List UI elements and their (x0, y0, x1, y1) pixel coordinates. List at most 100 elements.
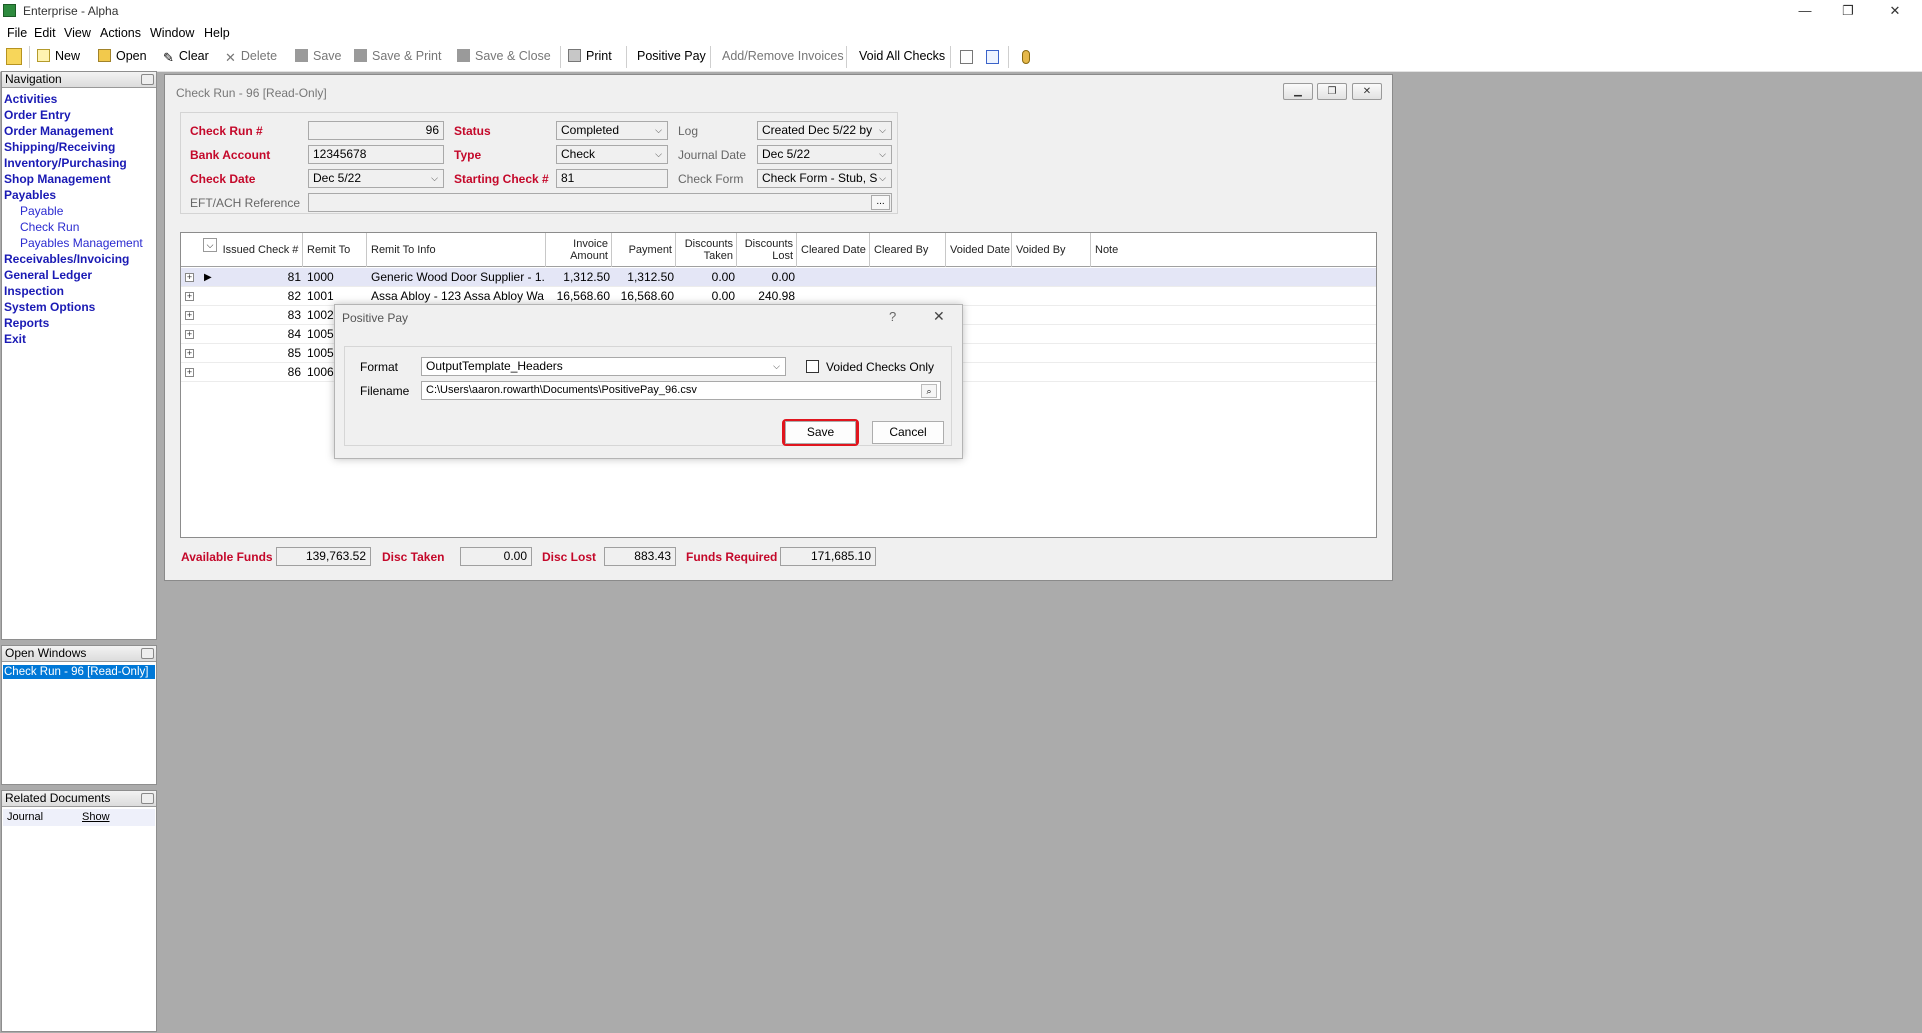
nav-order-entry[interactable]: Order Entry (4, 108, 71, 122)
help-icon[interactable]: ? (889, 309, 896, 324)
void-all-checks-button[interactable]: Void All Checks (859, 49, 945, 67)
eft-reference-field[interactable] (308, 193, 892, 212)
expand-icon[interactable]: + (185, 311, 194, 320)
nav-shipping-receiving[interactable]: Shipping/Receiving (4, 140, 115, 154)
report-icon[interactable] (960, 50, 973, 64)
status-dropdown[interactable]: Completed ⌵ (556, 121, 668, 140)
chevron-down-icon: ⌵ (879, 173, 886, 183)
mdi-restore-button[interactable]: ❐ (1317, 83, 1347, 100)
nav-receivables-invoicing[interactable]: Receivables/Invoicing (4, 252, 129, 266)
folder-icon[interactable] (6, 48, 22, 65)
column-cleared-by[interactable]: Cleared By (870, 233, 946, 267)
nav-order-management[interactable]: Order Management (4, 124, 113, 138)
expand-icon[interactable]: + (185, 273, 194, 282)
type-dropdown[interactable]: Check ⌵ (556, 145, 668, 164)
nav-system-options[interactable]: System Options (4, 300, 95, 314)
add-remove-invoices-button[interactable]: Add/Remove Invoices (722, 49, 844, 67)
new-button[interactable]: New (37, 49, 80, 67)
nav-payables[interactable]: Payables (4, 188, 56, 202)
minimize-button[interactable]: — (1795, 2, 1815, 20)
print-button[interactable]: Print (568, 49, 612, 67)
nav-payables-management[interactable]: Payables Management (20, 236, 143, 250)
pin-icon[interactable] (141, 793, 154, 804)
starting-check-field[interactable]: 81 (556, 169, 668, 188)
restore-button[interactable]: ❐ (1838, 2, 1858, 20)
log-dropdown[interactable]: Created Dec 5/22 by ⌵ (757, 121, 892, 140)
pin-icon[interactable] (141, 74, 154, 85)
journal-date-field[interactable]: Dec 5/22 ⌵ (757, 145, 892, 164)
nav-exit[interactable]: Exit (4, 332, 26, 346)
positive-pay-button[interactable]: Positive Pay (637, 49, 706, 67)
menu-actions[interactable]: Actions (100, 26, 141, 40)
menu-edit[interactable]: Edit (34, 26, 56, 40)
pin-icon[interactable] (141, 648, 154, 659)
chevron-down-icon: ⌵ (879, 125, 886, 135)
column-remit-to-info[interactable]: Remit To Info (367, 233, 546, 267)
column-discounts-lost[interactable]: Discounts Lost (737, 233, 797, 267)
menu-file[interactable]: File (7, 26, 27, 40)
mdi-minimize-button[interactable]: ▁ (1283, 83, 1313, 100)
attachment-icon[interactable] (1022, 50, 1030, 64)
browse-search-icon[interactable]: ⌕ (921, 384, 937, 398)
toolbar-separator (1008, 46, 1009, 68)
cell-check: 83 (287, 308, 301, 322)
column-note[interactable]: Note (1091, 233, 1376, 267)
bank-account-field[interactable]: 12345678 (308, 145, 444, 164)
check-form-value: Check Form - Stub, S (762, 171, 878, 185)
nav-activities[interactable]: Activities (4, 92, 57, 106)
eft-reference-label: EFT/ACH Reference (190, 196, 301, 210)
column-invoice-amount[interactable]: Invoice Amount (546, 233, 612, 267)
disc-lost-field: 883.43 (604, 547, 676, 566)
format-dropdown[interactable]: OutputTemplate_Headers ⌵ (421, 357, 786, 376)
column-remit-to[interactable]: Remit To (303, 233, 367, 267)
toolbar-separator (626, 46, 627, 68)
expand-icon[interactable]: + (185, 368, 194, 377)
cancel-button[interactable]: Cancel (872, 421, 944, 444)
menu-help[interactable]: Help (204, 26, 230, 40)
nav-inspection[interactable]: Inspection (4, 284, 64, 298)
voided-checks-only-checkbox[interactable] (806, 360, 819, 373)
nav-payable[interactable]: Payable (20, 204, 63, 218)
menu-window[interactable]: Window (150, 26, 194, 40)
checklist-icon[interactable] (986, 50, 999, 64)
dialog-close-icon[interactable]: ✕ (933, 308, 945, 325)
nav-general-ledger[interactable]: General Ledger (4, 268, 92, 282)
nav-shop-management[interactable]: Shop Management (4, 172, 111, 186)
nav-inventory-purchasing[interactable]: Inventory/Purchasing (4, 156, 127, 170)
nav-check-run[interactable]: Check Run (20, 220, 79, 234)
cell-remit-to: 1000 (307, 270, 334, 284)
expand-icon[interactable]: + (185, 292, 194, 301)
clear-button[interactable]: ✎ Clear (163, 49, 209, 67)
open-button[interactable]: Open (98, 49, 147, 67)
column-discounts-taken[interactable]: Discounts Taken (676, 233, 737, 267)
mdi-close-button[interactable]: ✕ (1352, 83, 1382, 100)
cell-check: 85 (287, 346, 301, 360)
save-button[interactable]: Save (785, 421, 856, 444)
open-window-item[interactable]: Check Run - 96 [Read-Only] (3, 665, 155, 679)
column-issued-check[interactable]: Issued Check # (222, 233, 303, 267)
printer-icon (568, 49, 581, 62)
expand-icon[interactable]: + (185, 330, 194, 339)
filename-input[interactable]: C:\Users\aaron.rowarth\Documents\Positiv… (421, 381, 941, 400)
nav-reports[interactable]: Reports (4, 316, 49, 330)
column-voided-by[interactable]: Voided By (1012, 233, 1091, 267)
column-payment[interactable]: Payment (612, 233, 676, 267)
show-link[interactable]: Show (82, 811, 110, 823)
save-toolbar-button[interactable]: Save (295, 49, 342, 67)
check-form-dropdown[interactable]: Check Form - Stub, S ⌵ (757, 169, 892, 188)
close-button[interactable]: ✕ (1885, 2, 1905, 20)
available-funds-label: Available Funds (181, 550, 273, 564)
expand-icon[interactable]: + (185, 349, 194, 358)
check-date-field[interactable]: Dec 5/22 ⌵ (308, 169, 444, 188)
save-print-button[interactable]: Save & Print (354, 49, 441, 67)
eft-reference-browse-button[interactable]: ... (871, 195, 890, 210)
filename-label: Filename (360, 384, 410, 398)
menu-view[interactable]: View (64, 26, 91, 40)
check-run-field[interactable]: 96 (308, 121, 444, 140)
column-voided-date[interactable]: Voided Date (946, 233, 1012, 267)
app-title: Enterprise - Alpha (23, 4, 119, 18)
column-chooser-icon[interactable]: ⌵ (203, 238, 217, 252)
delete-button[interactable]: ✕ Delete (225, 49, 277, 67)
save-close-button[interactable]: Save & Close (457, 49, 551, 67)
column-cleared-date[interactable]: Cleared Date (797, 233, 870, 267)
